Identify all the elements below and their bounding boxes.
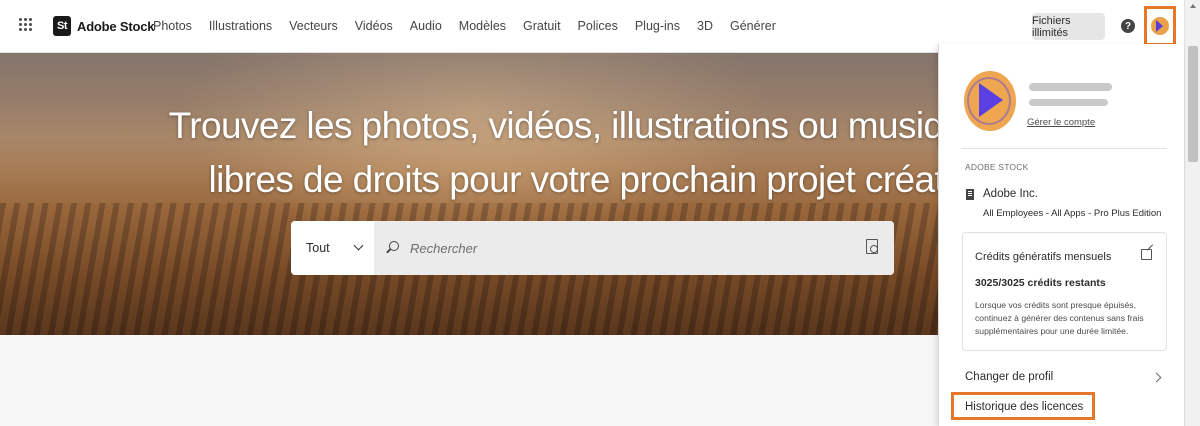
- page-scrollbar[interactable]: [1184, 0, 1200, 426]
- visual-search-icon[interactable]: [866, 239, 878, 254]
- credits-remaining: 3025/3025 crédits restants: [975, 277, 1106, 289]
- search-field: [374, 221, 894, 275]
- divider: [961, 148, 1167, 149]
- search-input[interactable]: [410, 240, 830, 256]
- nav-item-generer[interactable]: Générer: [730, 19, 776, 33]
- manage-account-link[interactable]: Gérer le compte: [1027, 117, 1095, 128]
- nav-item-gratuit[interactable]: Gratuit: [523, 19, 561, 33]
- app-switcher-icon[interactable]: [19, 18, 33, 32]
- search-type-select[interactable]: Tout: [291, 221, 374, 275]
- help-icon[interactable]: ?: [1121, 19, 1135, 33]
- user-email-placeholder: [1029, 99, 1108, 106]
- scroll-up-arrow-icon[interactable]: [1190, 4, 1196, 8]
- nav-item-illustrations[interactable]: Illustrations: [209, 19, 272, 33]
- nav-item-audio[interactable]: Audio: [410, 19, 442, 33]
- unlimited-files-button[interactable]: Fichiers illimités: [1032, 13, 1105, 40]
- license-history-item[interactable]: Historique des licences: [965, 401, 1083, 413]
- search-type-value: Tout: [306, 241, 330, 255]
- profile-dropdown-panel: Gérer le compte ADOBE STOCK Adobe Inc. A…: [938, 44, 1184, 426]
- adobe-stock-logo-icon[interactable]: St: [53, 16, 71, 36]
- search-icon: [389, 241, 399, 251]
- profile-avatar-button[interactable]: [1144, 6, 1176, 46]
- chevron-right-icon: [1151, 372, 1162, 383]
- search-bar: Tout: [291, 221, 894, 275]
- generative-credits-card: Crédits génératifs mensuels 3025/3025 cr…: [962, 232, 1167, 351]
- nav-item-polices[interactable]: Polices: [578, 19, 618, 33]
- nav-item-plugins[interactable]: Plug-ins: [635, 19, 680, 33]
- profile-avatar: [964, 71, 1016, 131]
- user-name-placeholder: [1029, 83, 1112, 91]
- credits-card-title: Crédits génératifs mensuels: [975, 251, 1112, 263]
- brand-name[interactable]: Adobe Stock: [77, 19, 154, 34]
- nav-item-modeles[interactable]: Modèles: [459, 19, 506, 33]
- nav-item-vecteurs[interactable]: Vecteurs: [289, 19, 338, 33]
- chevron-down-icon: [353, 240, 364, 251]
- avatar-icon: [1151, 17, 1169, 35]
- organization-plan: All Employees - All Apps - Pro Plus Edit…: [983, 208, 1162, 219]
- section-label: ADOBE STOCK: [965, 162, 1029, 172]
- change-profile-item[interactable]: Changer de profil: [965, 371, 1053, 383]
- nav-item-photos[interactable]: Photos: [153, 19, 192, 33]
- external-link-icon[interactable]: [1141, 249, 1152, 260]
- organization-name: Adobe Inc.: [983, 188, 1038, 200]
- nav-item-3d[interactable]: 3D: [697, 19, 713, 33]
- scrollbar-thumb[interactable]: [1188, 46, 1198, 162]
- building-icon: [966, 189, 974, 200]
- nav-item-videos[interactable]: Vidéos: [355, 19, 393, 33]
- main-nav: Photos Illustrations Vecteurs Vidéos Aud…: [153, 19, 793, 33]
- credits-description: Lorsque vos crédits sont presque épuisés…: [975, 300, 1144, 336]
